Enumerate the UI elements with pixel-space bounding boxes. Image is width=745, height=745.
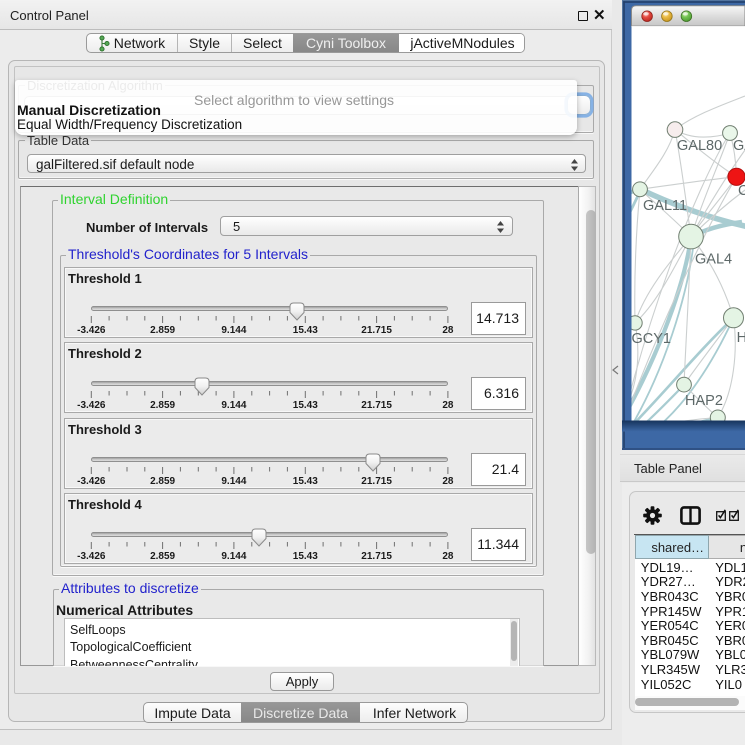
svg-text:GAL11: GAL11: [643, 198, 687, 214]
svg-text:HAP2: HAP2: [685, 393, 723, 409]
svg-text:GAL4: GAL4: [695, 252, 732, 268]
svg-text:GAL: GAL: [733, 138, 745, 154]
svg-text:GAL80: GAL80: [677, 138, 722, 154]
svg-text:GCY1: GCY1: [632, 331, 672, 347]
svg-text:C: C: [738, 183, 745, 199]
svg-text:H: H: [737, 330, 745, 346]
